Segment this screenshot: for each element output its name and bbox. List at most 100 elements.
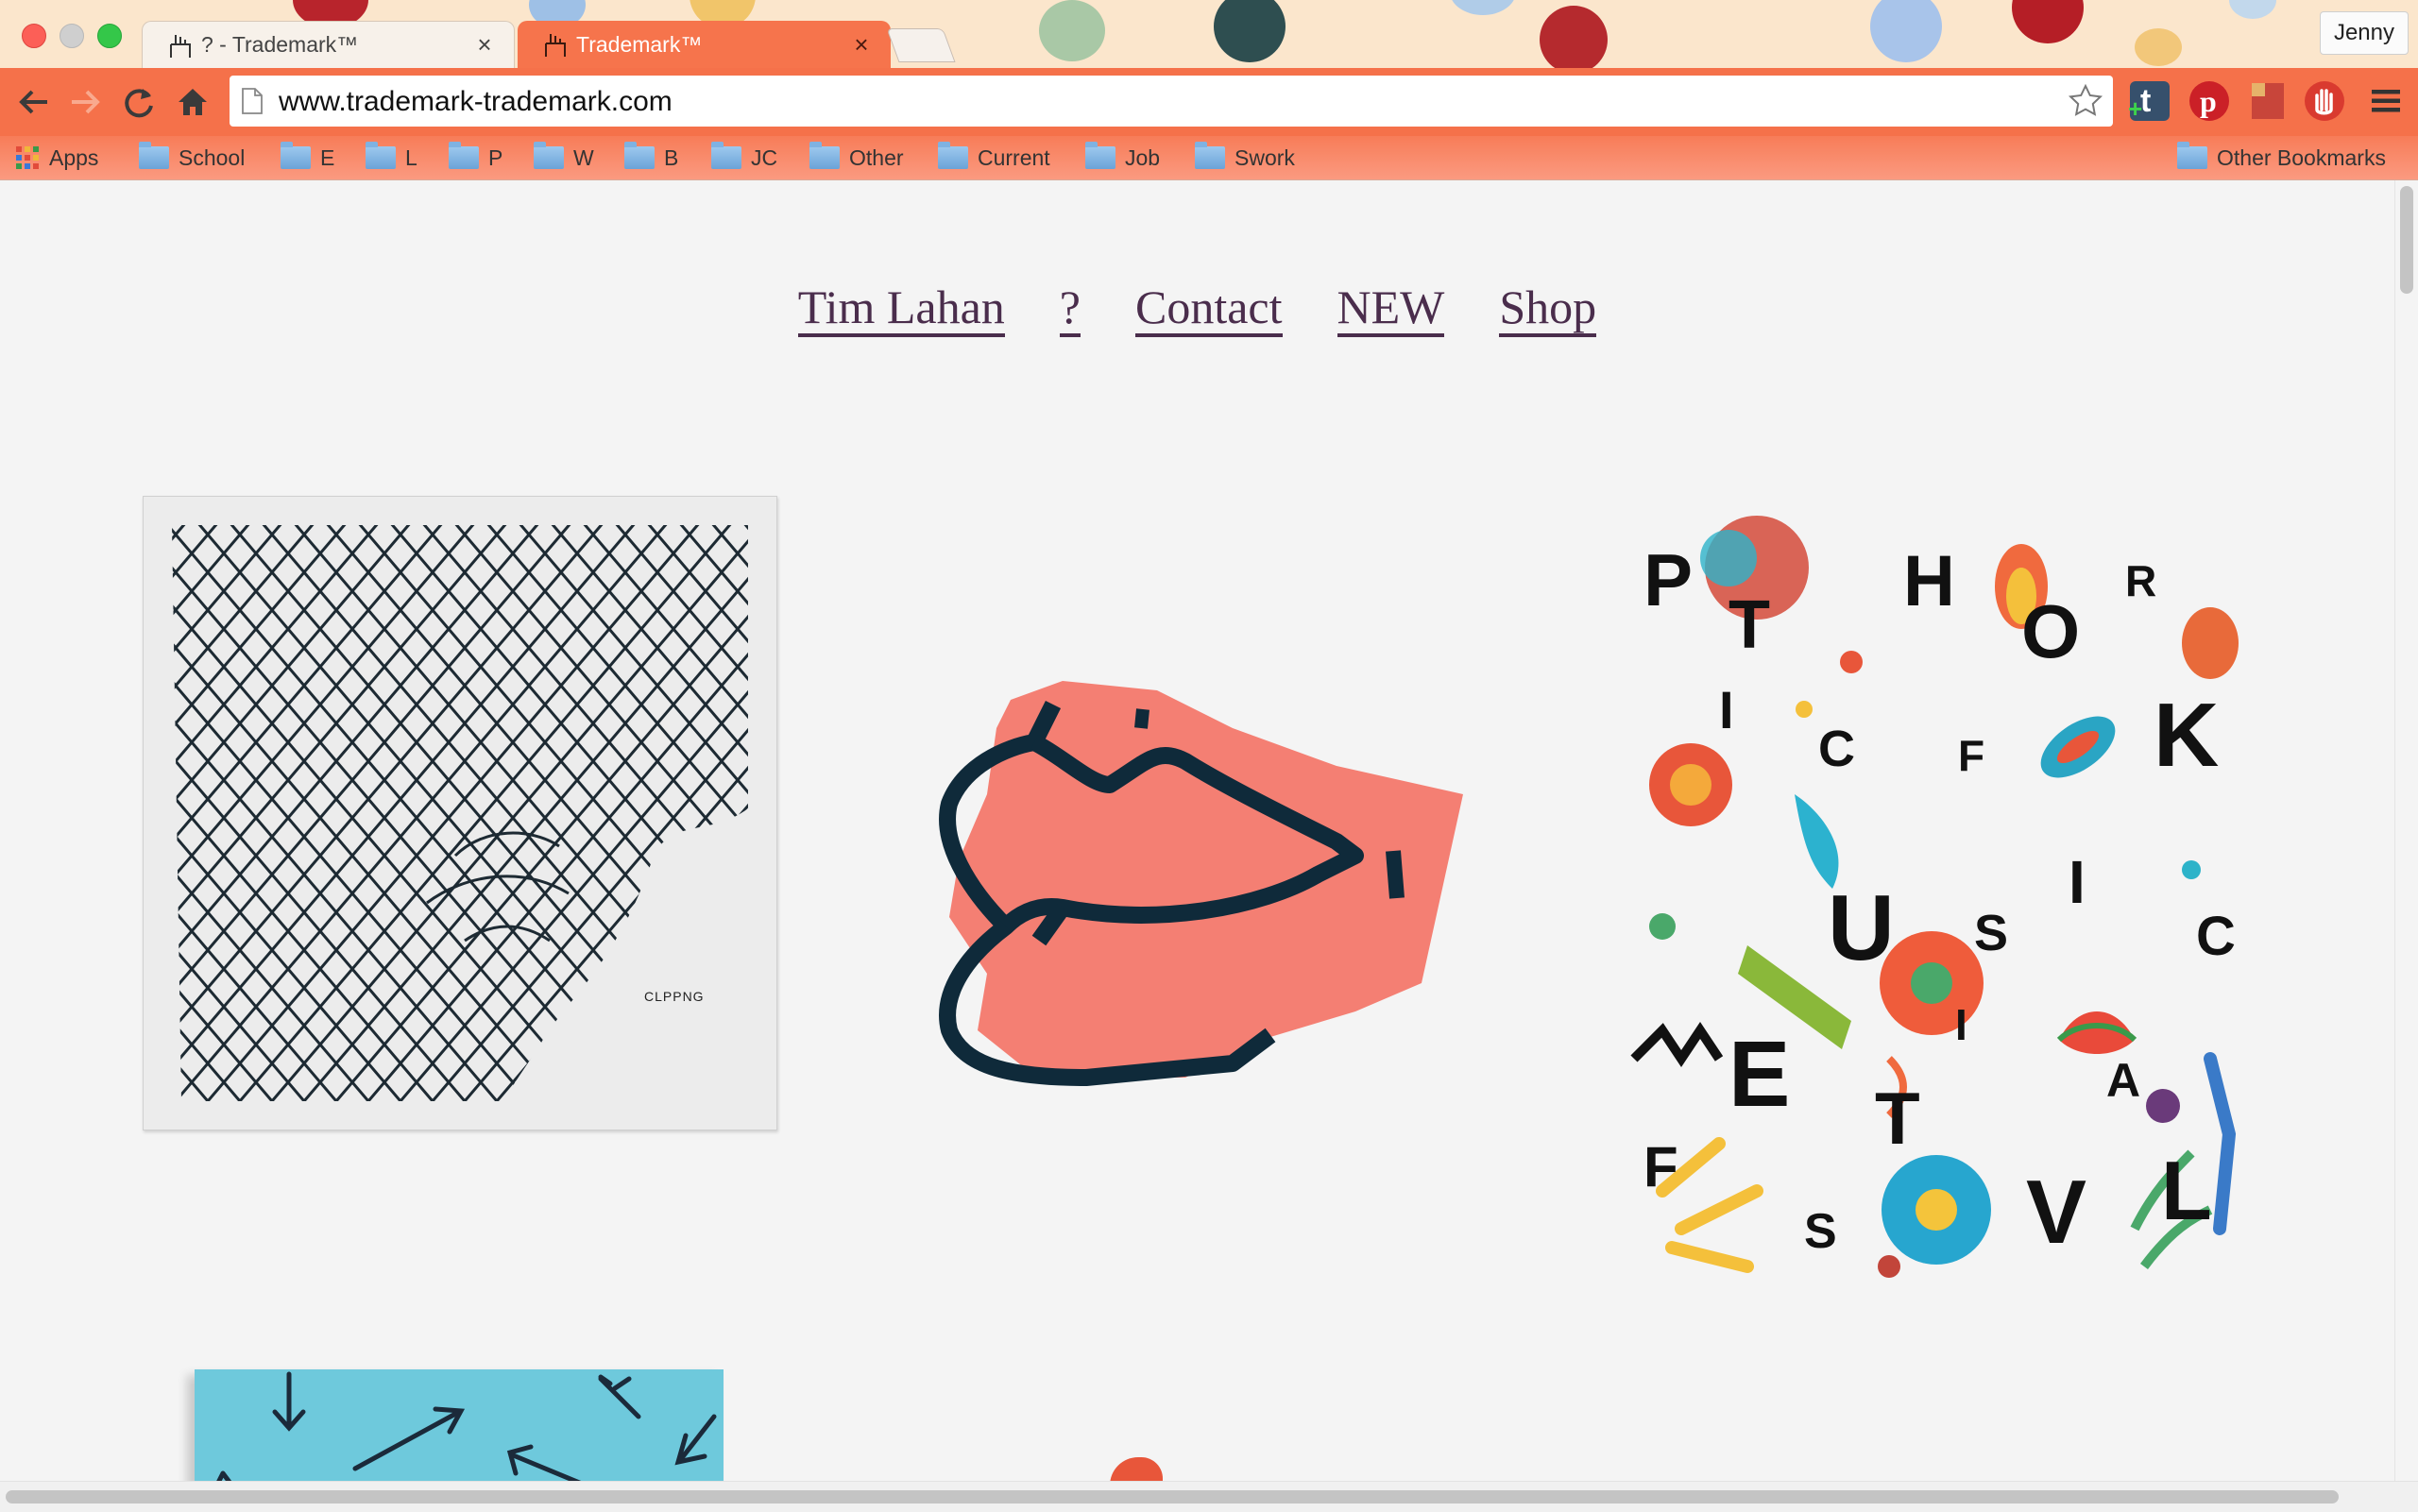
vertical-scrollbar[interactable] <box>2394 180 2418 1481</box>
poster-letter: T <box>1875 1077 1920 1160</box>
site-nav: Tim Lahan? Contact NEW Shop <box>0 280 2394 337</box>
tab-question-trademark[interactable]: ? - Trademark™ × <box>142 21 515 68</box>
folder-icon <box>2177 142 2207 169</box>
background-dot <box>2229 0 2276 19</box>
close-icon[interactable]: × <box>472 30 497 59</box>
nav-tim-lahan[interactable]: Tim Lahan <box>797 282 1005 337</box>
bookmark-folder-w[interactable]: W <box>534 136 594 179</box>
background-dot <box>2135 28 2182 66</box>
url-input[interactable] <box>277 76 2037 128</box>
poster-letter: K <box>2154 685 2219 786</box>
pinterest-icon[interactable]: p <box>2189 81 2229 121</box>
bookmarks-bar: Apps School E L P W B JC Other Current J… <box>0 136 2418 180</box>
vertical-scrollbar-thumb[interactable] <box>2400 186 2413 294</box>
tab-title: ? - Trademark™ <box>201 32 359 57</box>
bookmark-folder-l[interactable]: L <box>366 136 417 179</box>
bookmark-folder-school[interactable]: School <box>139 136 245 179</box>
poster-letter: I <box>1955 1000 1967 1049</box>
bookmark-folder-current[interactable]: Current <box>938 136 1050 179</box>
horizontal-scrollbar-thumb[interactable] <box>6 1490 2339 1504</box>
poster-letter: H <box>1903 541 1955 621</box>
nav-new[interactable]: NEW <box>1337 282 1445 337</box>
forward-arrow-icon[interactable] <box>66 83 104 121</box>
bookmark-folder-swork[interactable]: Swork <box>1195 136 1295 179</box>
background-dot <box>1540 6 1608 68</box>
bookmark-folder-p[interactable]: P <box>449 136 502 179</box>
poster-letter: O <box>2021 589 2080 673</box>
bookmark-folder-e[interactable]: E <box>281 136 334 179</box>
tab-strip: ? - Trademark™ × Trademark™ × Jenny <box>0 0 2418 68</box>
bookmark-star-icon[interactable] <box>2068 83 2103 119</box>
tab-trademark-active[interactable]: Trademark™ × <box>518 21 891 68</box>
arrows-artwork <box>216 1371 717 1481</box>
folder-icon <box>1085 142 1115 169</box>
page-content: Tim Lahan? Contact NEW Shop CLPPNG P T H… <box>0 180 2394 1481</box>
poster-letter: V <box>2026 1162 2086 1263</box>
folder-icon <box>624 142 655 169</box>
trademark-hand-icon <box>545 34 566 57</box>
nav-shop[interactable]: Shop <box>1499 282 1597 337</box>
apps-grid-icon <box>16 146 39 169</box>
album-caption: CLPPNG <box>644 989 705 1004</box>
folder-icon <box>366 142 396 169</box>
poster-letter: L <box>2161 1144 2212 1237</box>
arrows-tile[interactable] <box>195 1369 724 1481</box>
hand-block-icon[interactable] <box>2305 81 2344 121</box>
poster-letter: S <box>1804 1204 1837 1259</box>
bookmark-label: L <box>405 144 417 170</box>
lips-illustration-tile[interactable] <box>921 671 1469 1096</box>
maximize-window-button[interactable] <box>97 24 122 48</box>
festival-poster-artwork: P T H O R I C F K U S I C E T I A F S V <box>1630 516 2239 1278</box>
fence-album-tile[interactable]: CLPPNG <box>143 496 777 1130</box>
bookmark-folder-jc[interactable]: JC <box>711 136 777 179</box>
bookmark-label: Other Bookmarks <box>2217 144 2386 170</box>
extension-red-icon[interactable] <box>2248 81 2288 121</box>
chain-link-fence-artwork: CLPPNG <box>144 497 776 1130</box>
bookmark-folder-other[interactable]: Other <box>809 136 904 179</box>
trademark-hand-icon <box>170 34 191 58</box>
festival-poster-tile[interactable]: P T H O R I C F K U S I C E T I A F S V <box>1606 492 2267 1304</box>
profile-button[interactable]: Jenny <box>2319 11 2409 55</box>
close-icon[interactable]: × <box>849 30 874 59</box>
tab-title: Trademark™ <box>576 31 703 57</box>
folder-icon <box>449 142 479 169</box>
browser-toolbar: t + p <box>0 68 2418 136</box>
poster-letter: P <box>1643 538 1693 621</box>
poster-letter: U <box>1828 875 1895 979</box>
nav-contact[interactable]: Contact <box>1135 282 1283 337</box>
bookmark-folder-other-bookmarks[interactable]: Other Bookmarks <box>2177 136 2386 179</box>
poster-letter: A <box>2106 1054 2140 1107</box>
poster-letter: F <box>1958 731 1984 780</box>
horizontal-scrollbar[interactable] <box>0 1481 2418 1512</box>
partial-artwork-tile[interactable] <box>1110 1457 1163 1481</box>
address-bar[interactable] <box>230 76 2113 128</box>
folder-icon <box>938 142 968 169</box>
folder-icon <box>534 142 564 169</box>
back-arrow-icon[interactable] <box>15 83 53 121</box>
poster-letter: I <box>2069 848 2086 916</box>
bookmark-label: P <box>488 144 503 170</box>
bookmark-label: B <box>664 144 679 170</box>
background-dot <box>1214 0 1286 62</box>
background-dot <box>1039 0 1105 61</box>
new-tab-button[interactable] <box>886 28 956 62</box>
folder-icon <box>711 142 741 169</box>
poster-letter: C <box>2196 906 2236 967</box>
home-icon[interactable] <box>174 83 212 121</box>
folder-icon <box>809 142 840 169</box>
poster-letter: E <box>1728 1022 1790 1126</box>
menu-icon[interactable] <box>2366 81 2406 121</box>
tumblr-icon[interactable]: t + <box>2128 81 2170 121</box>
bookmark-folder-job[interactable]: Job <box>1085 136 1160 179</box>
folder-icon <box>1195 142 1225 169</box>
poster-letter: I <box>1719 680 1734 739</box>
nav-question[interactable]: ? <box>1059 282 1081 337</box>
poster-letter: R <box>2125 556 2156 605</box>
background-dot <box>2012 0 2084 43</box>
bookmark-label: Apps <box>49 144 99 170</box>
bookmark-folder-b[interactable]: B <box>624 136 678 179</box>
close-window-button[interactable] <box>22 24 46 48</box>
bookmark-apps[interactable]: Apps <box>15 136 98 179</box>
minimize-window-button[interactable] <box>60 24 84 48</box>
reload-icon[interactable] <box>120 83 158 121</box>
